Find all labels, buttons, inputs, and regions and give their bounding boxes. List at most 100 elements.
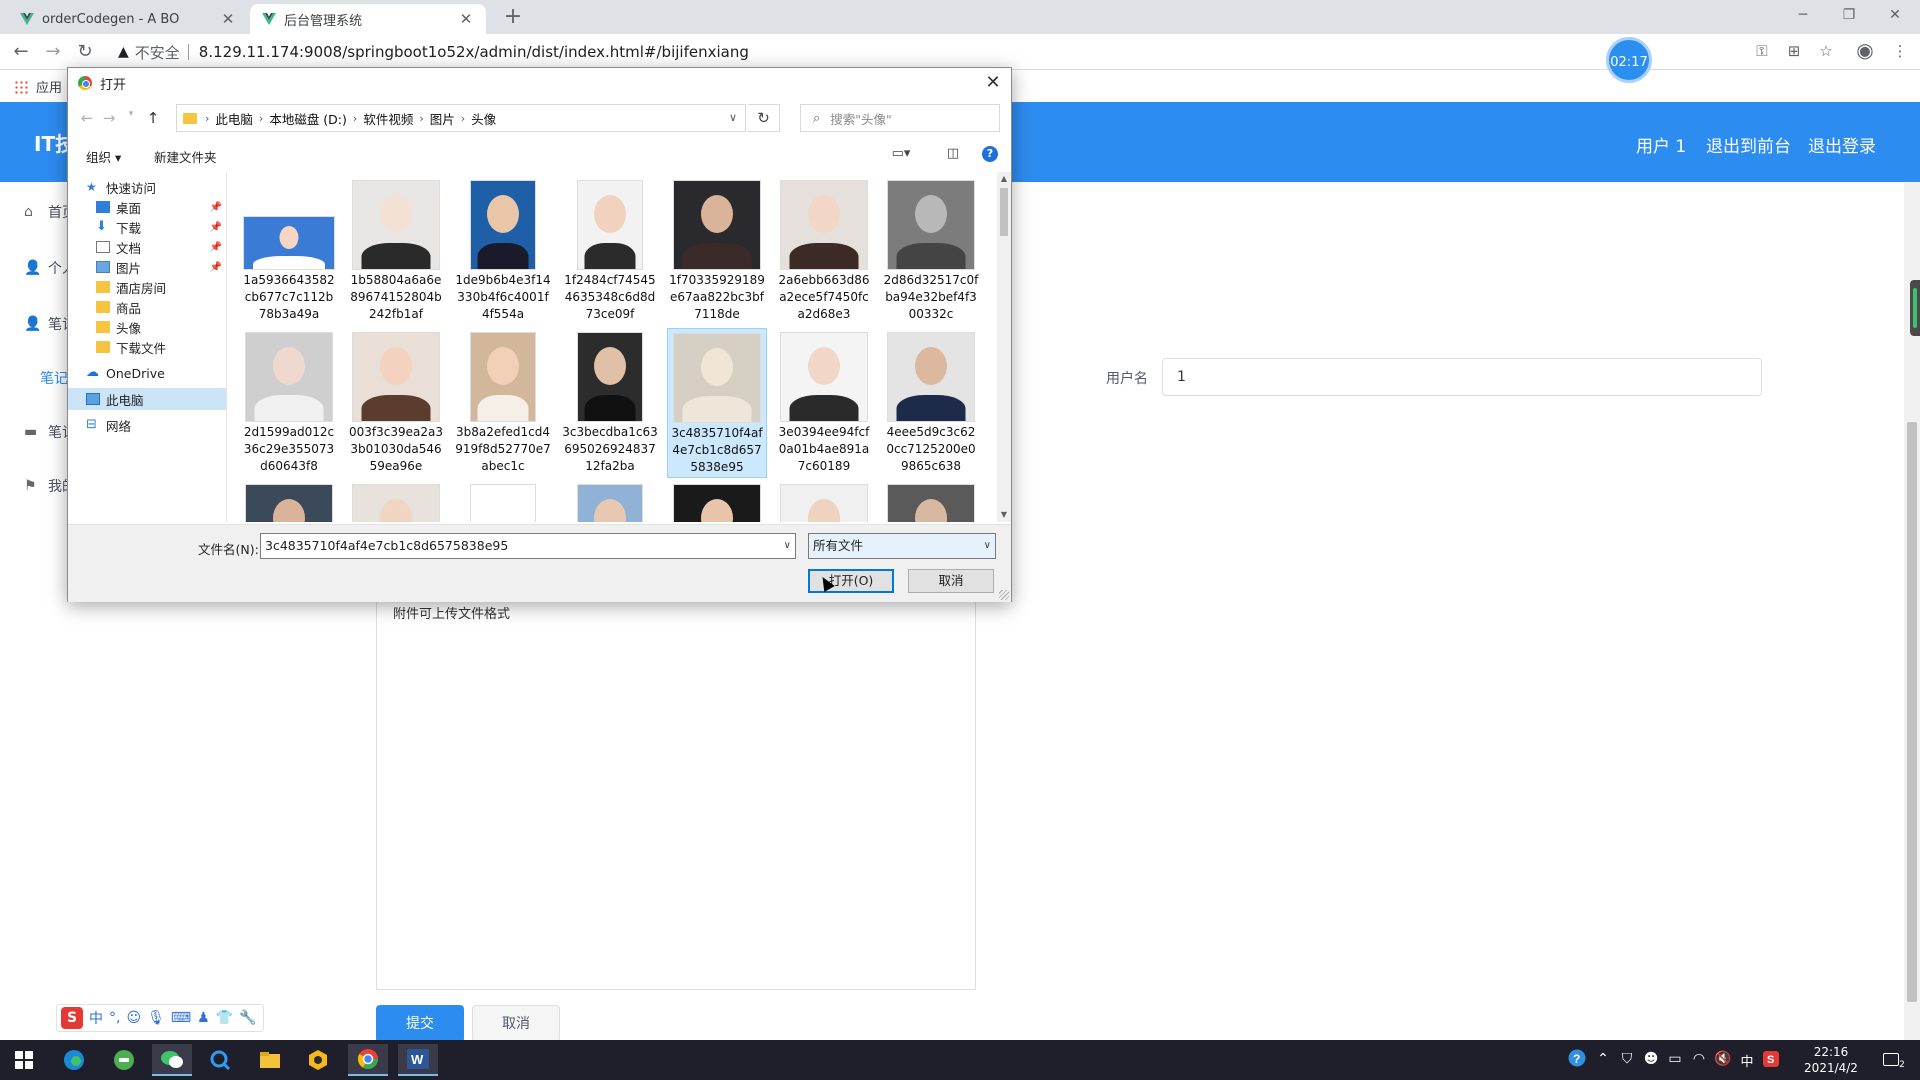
notification-center-icon[interactable]: 2 [1880, 1051, 1908, 1070]
tree-item[interactable]: 酒店房间 [68, 276, 226, 298]
filename-input[interactable]: 3c4835710f4af4e7cb1c8d6575838e95 ∨ [260, 533, 796, 559]
breadcrumb-item[interactable]: 图片 [430, 109, 455, 128]
skin-icon[interactable]: ♟ [197, 1010, 210, 1026]
pin-icon[interactable]: 📌 [210, 222, 222, 233]
file-item[interactable]: 2d86d32517c0fba94e32bef4f300332c [881, 176, 981, 326]
header-logout-link[interactable]: 退出登录 [1808, 132, 1876, 157]
file-item[interactable]: 1f70335929189e67aa822bc3bf7118de [667, 176, 767, 326]
username-input[interactable]: 1 [1162, 358, 1762, 396]
header-user-link[interactable]: 用户 1 [1636, 132, 1686, 157]
taskbar-clock[interactable]: 22:16 2021/4/2 [1796, 1044, 1866, 1076]
speaker-muted-icon[interactable]: 🔇 [1714, 1051, 1732, 1067]
file-item[interactable]: 2d1599ad012c36c29e355073d60643f8 [239, 328, 339, 478]
floating-side-tab[interactable] [1910, 280, 1920, 336]
folder-search-input[interactable]: ⌕ 搜索"头像" [800, 104, 1000, 132]
file-item[interactable]: 3b8a2efed1cd4919f8d52770e7abec1c [453, 328, 553, 478]
ime-mode-toggle[interactable]: 中 [89, 1008, 103, 1028]
chevron-up-icon[interactable]: ⌃ [1594, 1051, 1612, 1067]
pin-icon[interactable]: 📌 [210, 262, 222, 273]
tree-item[interactable]: ★ 快速访问 [68, 176, 226, 198]
file-explorer-icon[interactable] [250, 1044, 290, 1076]
file-item[interactable]: 2a6ebb663d86a2ece5f7450fca2d68e3 [774, 176, 874, 326]
shirt-icon[interactable]: 👕 [216, 1010, 233, 1026]
tree-item[interactable]: 商品 [68, 296, 226, 318]
apps-shortcut[interactable]: 应用 [14, 77, 62, 96]
qq-icon[interactable]: ☻ [1642, 1051, 1660, 1067]
window-close-icon[interactable]: ✕ [1872, 0, 1918, 30]
tree-item[interactable]: 图片 📌 [68, 256, 226, 278]
chrome-icon[interactable] [348, 1044, 388, 1076]
back-arrow-icon[interactable]: ← [78, 109, 96, 127]
shield-icon[interactable]: ⛉ [1618, 1051, 1636, 1067]
file-item[interactable]: 1b58804a6a6e89674152804b242fb1af [346, 176, 446, 326]
recent-dropdown-icon[interactable]: ▾ [122, 109, 140, 119]
file-item[interactable]: 3e0394ee94fcf0a01b4ae891a7c60189 [774, 328, 874, 478]
wechat-icon[interactable] [152, 1044, 192, 1076]
header-back-frontend-link[interactable]: 退出到前台 [1706, 132, 1791, 157]
file-item[interactable]: 1de9b6b4e3f14330b4f6c4001f4f554a [453, 176, 553, 326]
profile-avatar-icon[interactable]: ◉ [1855, 38, 1875, 62]
pin-icon[interactable]: 📌 [210, 202, 222, 213]
file-item[interactable] [453, 480, 553, 522]
green-app-icon[interactable] [104, 1044, 144, 1076]
file-item[interactable]: 4eee5d9c3c620cc7125200e09865c638 [881, 328, 981, 478]
file-item[interactable] [774, 480, 874, 522]
submit-button[interactable]: 提交 [376, 1005, 464, 1043]
recording-timer-badge[interactable]: 02:17 [1606, 37, 1652, 83]
reload-icon[interactable]: ↻ [72, 40, 98, 64]
browser-tab-admin[interactable]: 后台管理系统 ✕ [250, 4, 486, 34]
battery-icon[interactable]: ▭ [1666, 1051, 1684, 1067]
browser-tab-ordercodegen[interactable]: orderCodegen - A BO ✕ [8, 4, 248, 34]
scrollbar-thumb[interactable] [1907, 422, 1917, 1002]
resize-grip-icon[interactable] [999, 590, 1009, 600]
sogou-logo-icon[interactable]: S [61, 1007, 83, 1029]
new-folder-button[interactable]: 新建文件夹 [154, 147, 217, 166]
tree-item[interactable]: ⊟ 网络 [68, 414, 226, 436]
file-item[interactable]: 3c3becdba1c6369502692483712fa2ba [560, 328, 660, 478]
file-item[interactable] [239, 480, 339, 522]
breadcrumb-item[interactable]: 本地磁盘 (D:) [269, 109, 347, 128]
help-circle-icon[interactable]: ? [1568, 1049, 1586, 1071]
file-item[interactable] [560, 480, 660, 522]
edge-icon[interactable] [54, 1044, 94, 1076]
word-icon[interactable]: W [398, 1044, 438, 1076]
tree-item[interactable]: 此电脑 [68, 388, 226, 410]
up-arrow-icon[interactable]: ↑ [144, 109, 162, 127]
dialog-cancel-button[interactable]: 取消 [908, 569, 994, 593]
tree-item[interactable]: 头像 [68, 316, 226, 338]
scrollbar-thumb[interactable] [1000, 188, 1008, 236]
star-bookmark-icon[interactable]: ☆ [1816, 42, 1836, 60]
file-item[interactable]: 003f3c39ea2a33b01030da54659ea96e [346, 328, 446, 478]
chevron-down-icon[interactable]: ∨ [729, 111, 737, 124]
sogou-tray-icon[interactable]: S [1762, 1051, 1780, 1071]
file-item[interactable] [346, 480, 446, 522]
forward-arrow-icon[interactable]: → [40, 40, 66, 64]
wrench-icon[interactable]: 🔧 [239, 1010, 256, 1026]
more-menu-icon[interactable]: ⋮ [1890, 42, 1910, 60]
back-arrow-icon[interactable]: ← [8, 40, 34, 64]
wifi-icon[interactable]: ◠ [1690, 1051, 1708, 1067]
yellow-hex-app-icon[interactable] [298, 1044, 338, 1076]
windows-start-icon[interactable] [4, 1044, 44, 1076]
pin-icon[interactable]: 📌 [210, 242, 222, 253]
breadcrumb-item[interactable]: 头像 [471, 109, 496, 128]
file-item[interactable]: 3c4835710f4af4e7cb1c8d6575838e95 [667, 328, 767, 478]
file-item[interactable] [667, 480, 767, 522]
restore-icon[interactable]: ❐ [1826, 0, 1872, 30]
help-icon[interactable]: ? [982, 146, 998, 162]
chevron-down-icon[interactable]: ∨ [784, 534, 791, 558]
translate-icon[interactable]: ⊞ [1784, 42, 1804, 60]
microphone-icon[interactable]: 🎙 [147, 1010, 165, 1026]
path-breadcrumb[interactable]: › 此电脑 › 本地磁盘 (D:) › 软件视频 › 图片 › 头像 ∨ [176, 104, 746, 132]
dialog-close-icon[interactable]: ✕ [983, 72, 1003, 93]
organize-menu[interactable]: 组织 ▾ [86, 147, 121, 166]
close-icon[interactable]: ✕ [220, 10, 236, 28]
url-bar[interactable]: ▲ 不安全 8.129.11.174:9008/springboot1o52x/… [110, 37, 1770, 67]
cancel-button[interactable]: 取消 [472, 1005, 560, 1043]
tree-item[interactable]: ⬇ 下载 📌 [68, 216, 226, 238]
tree-item[interactable]: 文档 📌 [68, 236, 226, 258]
file-item[interactable]: 1f2484cf745454635348c6d8d73ce09f [560, 176, 660, 326]
sidebar-subitem-notes[interactable]: 笔记 [40, 368, 68, 388]
refresh-icon[interactable]: ↻ [748, 104, 780, 132]
file-item[interactable]: 1a5936643582cb677c7c112b78b3a49a [239, 176, 339, 326]
